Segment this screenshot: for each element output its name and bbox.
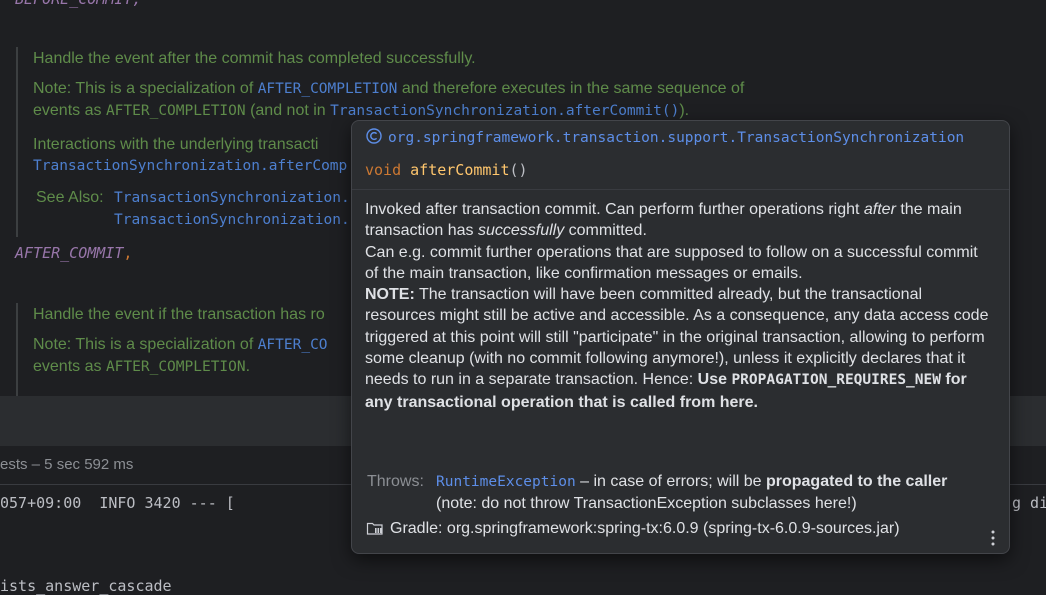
doc-note-line-2: events as AFTER_COMPLETION (and not in T… xyxy=(33,102,690,119)
doc-paragraph: Can e.g. commit further operations that … xyxy=(365,243,978,282)
console-line-overflow: g di xyxy=(1012,494,1046,512)
doc-source-library: Gradle: org.springframework:spring-tx:6.… xyxy=(366,520,900,538)
see-also-link[interactable]: TransactionSynchronization. xyxy=(114,212,350,228)
doc-link-after-commit[interactable]: TransactionSynchronization.afterCommit() xyxy=(330,103,679,119)
console-line: ists_answer_cascade xyxy=(0,577,172,595)
doc-paragraph: Invoked after transaction commit. Can pe… xyxy=(365,201,962,240)
doc-note-paragraph: NOTE: The transaction will have been com… xyxy=(365,286,989,411)
doc-line: Handle the event after the commit has co… xyxy=(33,50,476,67)
enum-constant-after-commit: AFTER_COMMIT, xyxy=(15,244,133,262)
throws-label: Throws: xyxy=(367,473,424,490)
test-run-duration: ests – 5 sec 592 ms xyxy=(0,456,134,473)
method-signature: void afterCommit() xyxy=(365,161,528,179)
doc-class-link[interactable]: org.springframework.transaction.support.… xyxy=(388,130,964,146)
class-c-icon xyxy=(366,128,382,144)
throws-text: RuntimeException – in case of errors; wi… xyxy=(436,473,948,513)
divider xyxy=(352,189,1009,190)
doc-note-line: Note: This is a specialization of AFTER_… xyxy=(33,336,328,353)
doc-link-after-completion[interactable]: AFTER_COMPLETION xyxy=(258,81,398,97)
doc-note-line-2: events as AFTER_COMPLETION. xyxy=(33,358,251,375)
enum-constant-before-commit: BEFORE_COMMIT, xyxy=(15,0,141,8)
doc-link-after-completion-method[interactable]: TransactionSynchronization.afterComp xyxy=(33,158,347,174)
runtime-exception-link[interactable]: RuntimeException xyxy=(436,474,576,490)
doc-line: Handle the event if the transaction has … xyxy=(33,306,325,323)
quick-documentation-popup[interactable]: org.springframework.transaction.support.… xyxy=(351,120,1010,554)
javadoc-after-rollback: Handle the event if the transaction has … xyxy=(16,303,328,396)
console-line: 057+09:00 INFO 3420 --- [ xyxy=(0,494,235,512)
library-folder-icon xyxy=(366,520,384,536)
doc-description: Invoked after transaction commit. Can pe… xyxy=(365,199,991,413)
doc-note-line: Note: This is a specialization of AFTER_… xyxy=(33,80,745,97)
see-also-link[interactable]: TransactionSynchronization. xyxy=(114,190,350,206)
more-vertical-icon[interactable] xyxy=(986,527,1000,549)
doc-header: org.springframework.transaction.support.… xyxy=(366,128,964,147)
doc-link-after-completion[interactable]: AFTER_CO xyxy=(258,337,328,353)
